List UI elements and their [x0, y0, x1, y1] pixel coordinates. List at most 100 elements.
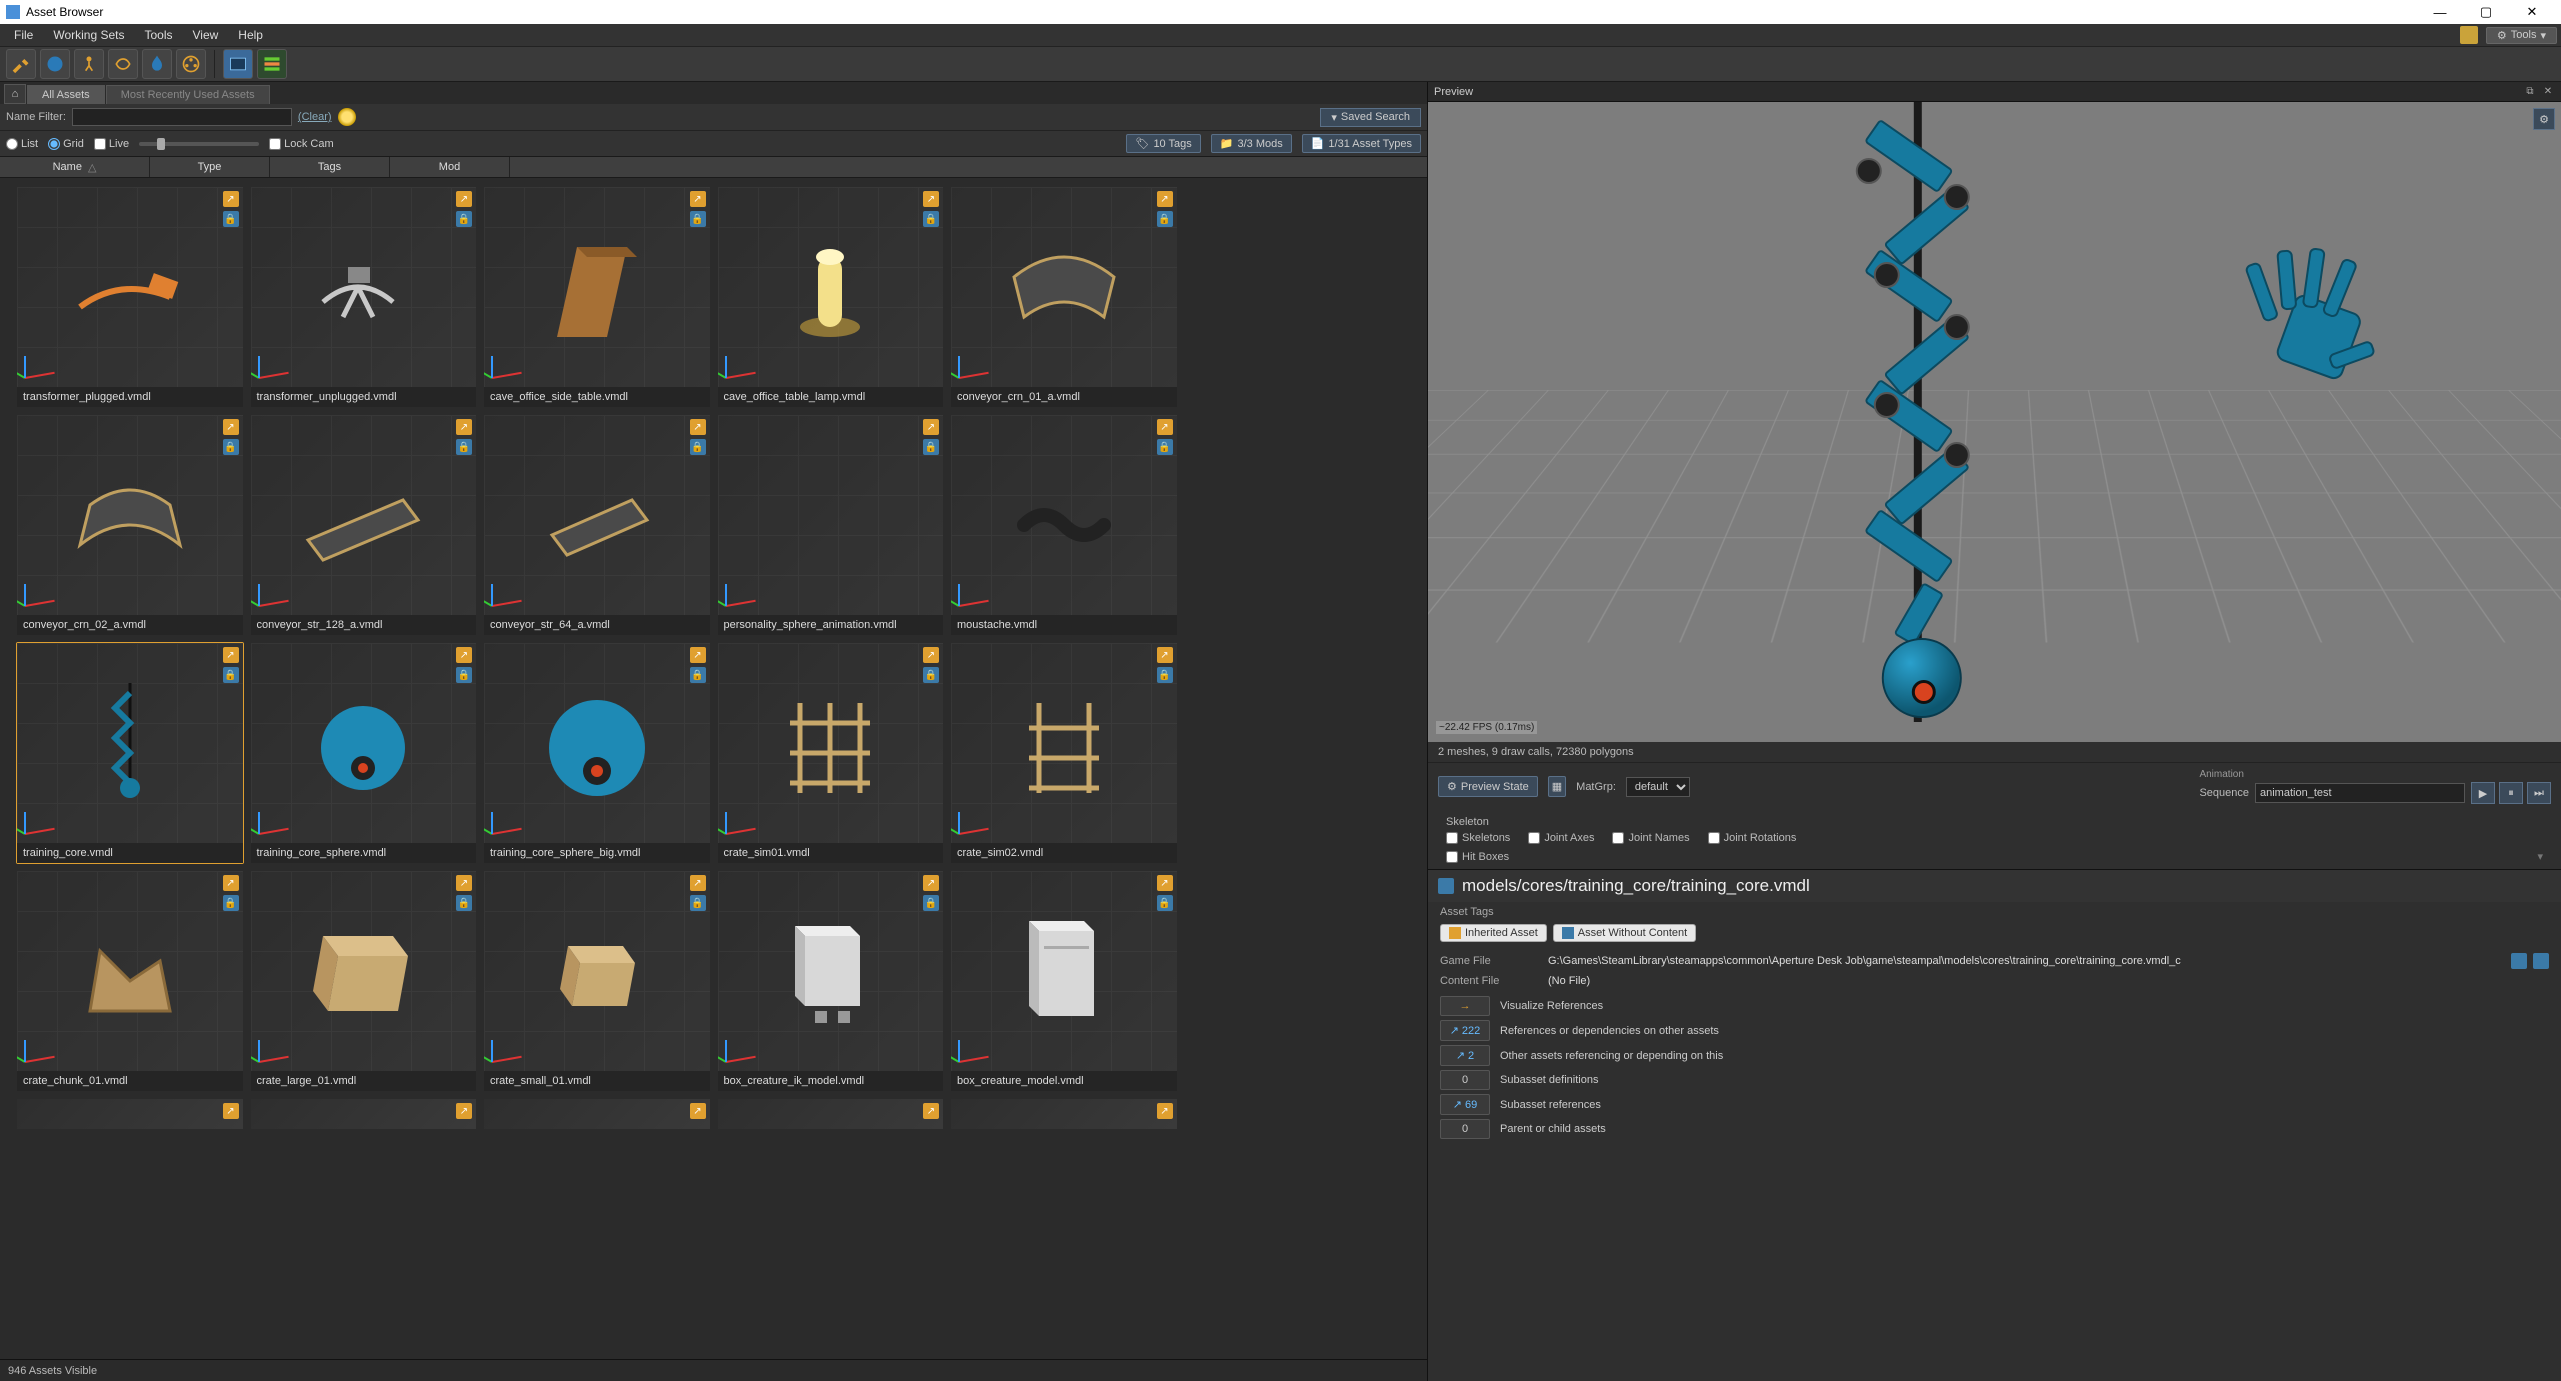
- hint-bulb-icon[interactable]: [338, 108, 356, 126]
- tool-hammer-button[interactable]: [6, 49, 36, 79]
- tools-dropdown[interactable]: ⚙ Tools ▾: [2486, 27, 2557, 44]
- tool-console-button[interactable]: [223, 49, 253, 79]
- asset-card[interactable]: ↗🔒crate_large_01.vmdl: [250, 870, 478, 1092]
- animation-header: Animation: [2199, 769, 2243, 780]
- menu-working-sets[interactable]: Working Sets: [43, 26, 134, 44]
- preview-close-button[interactable]: ✕: [2541, 85, 2555, 99]
- window-minimize-button[interactable]: —: [2417, 0, 2463, 24]
- asset-card[interactable]: ↗🔒personality_sphere_animation.vmdl: [717, 414, 945, 636]
- view-list-radio[interactable]: List: [6, 138, 38, 150]
- asset-name: transformer_plugged.vmdl: [17, 387, 243, 407]
- asset-card[interactable]: ↗🔒conveyor_str_64_a.vmdl: [483, 414, 711, 636]
- name-filter-input[interactable]: [72, 108, 292, 126]
- asset-card[interactable]: ↗🔒training_core_sphere_big.vmdl: [483, 642, 711, 864]
- cb-skeletons[interactable]: Skeletons: [1446, 832, 1510, 844]
- asset-card[interactable]: ↗🔒crate_chunk_01.vmdl: [16, 870, 244, 1092]
- asset-card[interactable]: ↗🔒crate_sim01.vmdl: [717, 642, 945, 864]
- open-folder-button[interactable]: [2533, 953, 2549, 969]
- col-tags[interactable]: Tags: [270, 157, 390, 177]
- mods-filter-button[interactable]: 📁 3/3 Mods: [1211, 134, 1292, 153]
- cb-joint-axes[interactable]: Joint Axes: [1528, 832, 1594, 844]
- menu-help[interactable]: Help: [228, 26, 273, 44]
- user-icon[interactable]: [2460, 26, 2478, 44]
- tool-material-button[interactable]: [40, 49, 70, 79]
- reference-row[interactable]: →Visualize References: [1440, 994, 2549, 1018]
- reference-row[interactable]: ↗69Subasset references: [1440, 1092, 2549, 1117]
- reference-row[interactable]: ↗2Other assets referencing or depending …: [1440, 1043, 2549, 1068]
- home-tab[interactable]: ⌂: [4, 84, 26, 104]
- preview-viewport[interactable]: ⚙ ~22.42 FPS (0.17ms): [1428, 102, 2561, 742]
- asset-card[interactable]: ↗🔒transformer_unplugged.vmdl: [250, 186, 478, 408]
- tab-all-assets[interactable]: All Assets: [27, 85, 105, 104]
- cb-joint-names[interactable]: Joint Names: [1612, 832, 1689, 844]
- cb-joint-rotations[interactable]: Joint Rotations: [1708, 832, 1797, 844]
- saved-search-dropdown[interactable]: ▾ Saved Search: [1320, 108, 1421, 127]
- asset-card[interactable]: ↗🔒box_creature_model.vmdl: [950, 870, 1178, 1092]
- asset-card[interactable]: ↗🔒cave_office_table_lamp.vmdl: [717, 186, 945, 408]
- col-mod[interactable]: Mod: [390, 157, 510, 177]
- asset-card[interactable]: ↗: [16, 1098, 244, 1130]
- view-live-checkbox[interactable]: Live: [94, 138, 129, 150]
- anim-play-button[interactable]: ▶: [2471, 782, 2495, 804]
- asset-card[interactable]: ↗: [250, 1098, 478, 1130]
- asset-card[interactable]: ↗🔒transformer_plugged.vmdl: [16, 186, 244, 408]
- view-grid-radio[interactable]: Grid: [48, 138, 84, 150]
- chip-no-content[interactable]: Asset Without Content: [1553, 924, 1696, 942]
- menu-file[interactable]: File: [4, 26, 43, 44]
- share-icon: ↗: [690, 875, 706, 891]
- tool-particle-button[interactable]: [108, 49, 138, 79]
- sequence-input[interactable]: [2255, 783, 2465, 803]
- asset-name: crate_small_01.vmdl: [484, 1071, 710, 1091]
- window-maximize-button[interactable]: ▢: [2463, 0, 2509, 24]
- tool-fire-button[interactable]: [142, 49, 172, 79]
- share-icon: ↗: [456, 875, 472, 891]
- clear-filter-link[interactable]: (Clear): [298, 111, 332, 123]
- asset-card[interactable]: ↗🔒box_creature_ik_model.vmdl: [717, 870, 945, 1092]
- window-close-button[interactable]: ✕: [2509, 0, 2555, 24]
- matgrp-icon-button[interactable]: ▦: [1548, 776, 1566, 797]
- share-icon: ↗: [1157, 1103, 1173, 1119]
- copy-path-button[interactable]: [2511, 953, 2527, 969]
- asset-card[interactable]: ↗🔒conveyor_crn_01_a.vmdl: [950, 186, 1178, 408]
- thumbnail-size-slider[interactable]: [139, 142, 259, 146]
- menu-tools[interactable]: Tools: [134, 26, 182, 44]
- col-name[interactable]: Name△: [0, 157, 150, 177]
- asset-card[interactable]: ↗🔒conveyor_crn_02_a.vmdl: [16, 414, 244, 636]
- asset-card[interactable]: ↗🔒moustache.vmdl: [950, 414, 1178, 636]
- types-filter-button[interactable]: 📄 1/31 Asset Types: [1302, 134, 1421, 153]
- asset-card[interactable]: ↗: [717, 1098, 945, 1130]
- tool-model-button[interactable]: [74, 49, 104, 79]
- lock-icon: 🔒: [1157, 439, 1173, 455]
- menu-view[interactable]: View: [183, 26, 229, 44]
- asset-card[interactable]: ↗🔒training_core.vmdl: [16, 642, 244, 864]
- anim-step-button[interactable]: ⏭: [2527, 782, 2551, 804]
- preview-popout-button[interactable]: ⧉: [2523, 85, 2537, 99]
- reference-row[interactable]: ↗222References or dependencies on other …: [1440, 1018, 2549, 1043]
- tool-list-button[interactable]: [257, 49, 287, 79]
- lock-cam-checkbox[interactable]: Lock Cam: [269, 138, 334, 150]
- asset-card[interactable]: ↗: [950, 1098, 1178, 1130]
- cb-hitboxes[interactable]: Hit Boxes: [1446, 851, 1509, 863]
- asset-card[interactable]: ↗🔒crate_sim02.vmdl: [950, 642, 1178, 864]
- preview-state-button[interactable]: ⚙ Preview State: [1438, 776, 1538, 797]
- tab-mru-assets[interactable]: Most Recently Used Assets: [106, 85, 270, 104]
- matgrp-select[interactable]: default: [1626, 777, 1690, 797]
- asset-name: training_core_sphere.vmdl: [251, 843, 477, 863]
- col-type[interactable]: Type: [150, 157, 270, 177]
- asset-card[interactable]: ↗🔒conveyor_str_128_a.vmdl: [250, 414, 478, 636]
- hitbox-dropdown-icon[interactable]: ▾: [2537, 850, 2543, 863]
- tool-film-button[interactable]: [176, 49, 206, 79]
- asset-card[interactable]: ↗🔒cave_office_side_table.vmdl: [483, 186, 711, 408]
- asset-grid-scroll[interactable]: ↗🔒transformer_plugged.vmdl↗🔒transformer_…: [0, 178, 1427, 1359]
- reference-row[interactable]: 0Parent or child assets: [1440, 1117, 2549, 1141]
- asset-card[interactable]: ↗: [483, 1098, 711, 1130]
- asset-card[interactable]: ↗🔒crate_small_01.vmdl: [483, 870, 711, 1092]
- skeleton-options: Skeleton Skeletons Joint Axes Joint Name…: [1428, 810, 2561, 869]
- asset-card[interactable]: ↗🔒training_core_sphere.vmdl: [250, 642, 478, 864]
- chip-inherited[interactable]: Inherited Asset: [1440, 924, 1547, 942]
- anim-pause-button[interactable]: ⏸: [2499, 782, 2523, 804]
- reference-row[interactable]: 0Subasset definitions: [1440, 1068, 2549, 1092]
- viewport-settings-button[interactable]: ⚙: [2533, 108, 2555, 130]
- viewport-fps-label: ~22.42 FPS (0.17ms): [1436, 721, 1537, 734]
- tags-filter-button[interactable]: 🏷 10 Tags: [1126, 134, 1200, 153]
